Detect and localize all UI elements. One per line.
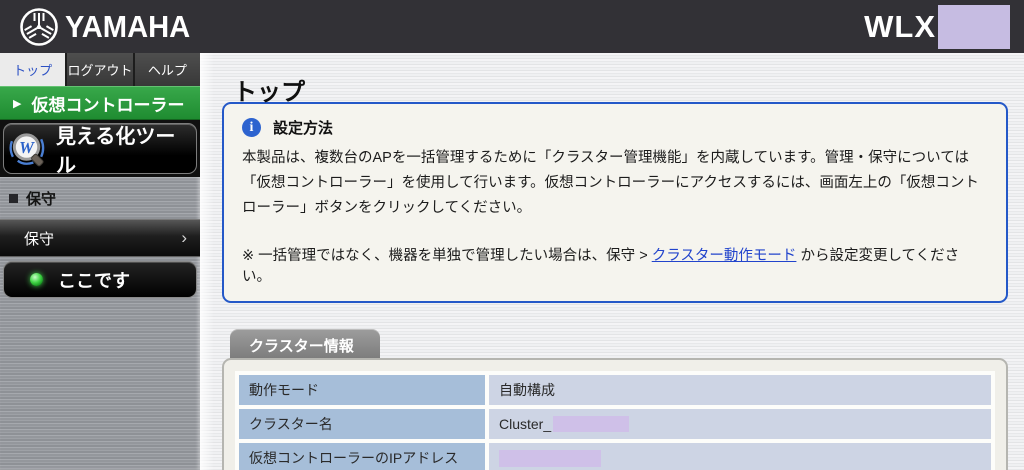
cluster-name-prefix: Cluster_ [499,416,552,432]
sidebar: トップ ログアウト ヘルプ ▶ 仮想コントローラー W 見える化ツール 保守 保… [0,53,200,470]
model-number-redaction [938,4,1010,49]
info-icon: i [242,118,261,137]
maintenance-menu-item[interactable]: 保守 › [0,219,200,257]
row-value: 自動構成 [489,375,991,405]
cluster-info-section-tab: クラスター情報 [230,329,380,358]
info-box-title: 設定方法 [273,120,334,137]
status-dot-icon [30,273,43,286]
cluster-mode-link[interactable]: クラスター動作モード [652,248,797,264]
info-box-body: 本製品は、複数台のAPを一括管理するために「クラスター管理機能」を内蔵しています… [242,150,979,216]
visualization-tool-button[interactable]: W 見える化ツール [3,123,197,177]
chevron-right-icon: › [181,228,187,247]
cluster-info-table: 動作モード 自動構成 クラスター名 Cluster_ 仮想コントローラーのIPア… [235,371,995,470]
main-content: トップ i 設定方法 本製品は、複数台のAPを一括管理するために「クラスター管理… [200,53,1024,470]
app-header: YAMAHA WLX [0,0,1024,53]
ip-address-redaction [499,449,601,467]
model-name: WLX [864,8,936,44]
maintenance-section-label: 保守 [26,191,57,208]
row-label: 仮想コントローラーのIPアドレス [239,443,485,470]
row-value: Cluster_ [489,409,991,439]
virtual-controller-label: 仮想コントローラー [31,95,185,115]
here-button-label: ここです [58,270,130,291]
virtual-controller-button[interactable]: ▶ 仮想コントローラー [0,86,200,120]
cluster-name-redaction [553,416,630,432]
cluster-info-panel: 動作モード 自動構成 クラスター名 Cluster_ 仮想コントローラーのIPア… [222,358,1008,470]
svg-text:W: W [19,137,35,156]
info-box-header: i 設定方法 [242,117,988,138]
model-area: WLX [864,4,1010,49]
sidebar-maintenance-area: 保守 保守 › ここです [0,177,200,470]
here-button[interactable]: ここです [3,261,197,298]
play-arrow-icon: ▶ [13,97,22,110]
table-row: クラスター名 Cluster_ [239,409,991,439]
setup-info-box: i 設定方法 本製品は、複数台のAPを一括管理するために「クラスター管理機能」を… [222,102,1008,303]
maintenance-section-header: 保守 [0,177,200,217]
table-row: 動作モード 自動構成 [239,375,991,405]
page-title: トップ [233,79,305,106]
row-label: クラスター名 [239,409,485,439]
yamaha-logo-icon [20,7,58,46]
table-row: 仮想コントローラーのIPアドレス [239,443,991,470]
brand-name: YAMAHA [65,8,191,44]
section-bullet-icon [9,194,18,203]
brand: YAMAHA [18,6,198,48]
row-label: 動作モード [239,375,485,405]
note-prefix: ※ 一括管理ではなく、機器を単独で管理したい場合は、保守 > [242,248,652,264]
tab-logout[interactable]: ログアウト [67,53,133,86]
visualization-tool-icon: W [9,132,45,166]
tab-top[interactable]: トップ [0,53,66,86]
nav-tabs: トップ ログアウト ヘルプ [0,53,200,86]
visualization-tool-label: 見える化ツール [55,125,176,177]
row-value [489,443,991,470]
maintenance-item-label: 保守 [24,230,55,248]
tab-help[interactable]: ヘルプ [134,53,200,86]
info-box-note: ※ 一括管理ではなく、機器を単独で管理したい場合は、保守 > クラスター動作モー… [242,244,988,286]
tool-zone: W 見える化ツール [0,120,200,177]
